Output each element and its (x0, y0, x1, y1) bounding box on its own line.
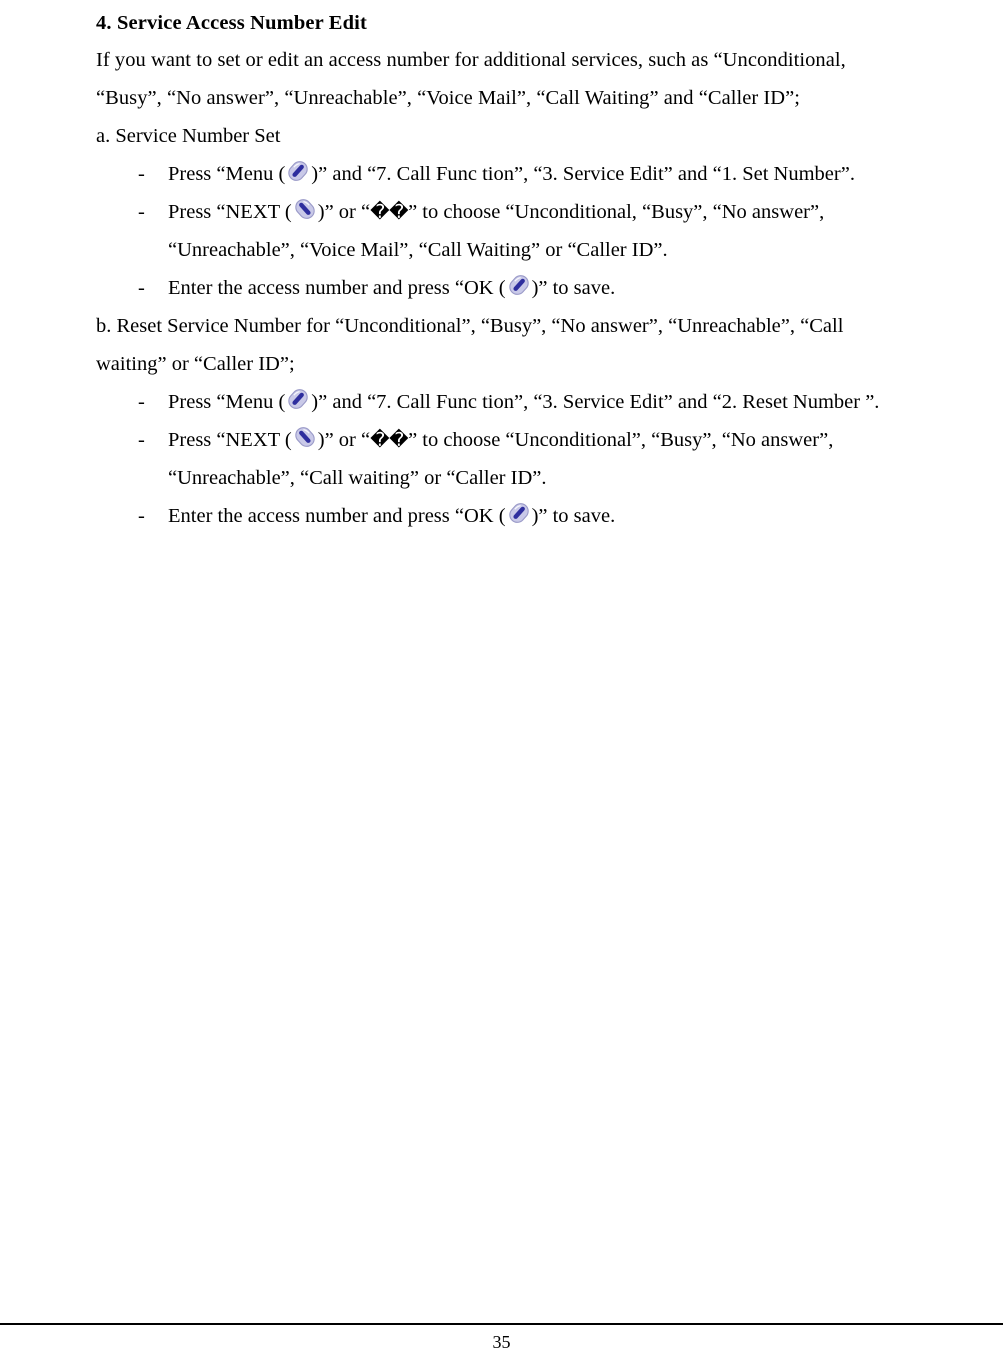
text-after-icon: )” to save. (531, 505, 616, 527)
document-page: 4. Service Access Number Edit If you wan… (0, 0, 1003, 1352)
list-item-continuation: “Unreachable”, “Call waiting” or “Caller… (168, 467, 547, 489)
softkey-right-icon (292, 424, 318, 450)
list-item-continuation: “Unreachable”, “Voice Mail”, “Call Waiti… (168, 239, 668, 261)
missing-glyph-pair: �� (370, 201, 409, 223)
text-after-icon: )” to save. (531, 277, 616, 299)
section-b-list: - Press “Menu ( )” and “7. Call Func tion… (96, 383, 956, 535)
page-content: 4. Service Access Number Edit If you wan… (96, 8, 956, 535)
missing-glyph-pair: �� (370, 429, 409, 451)
text-after-icon: )” or “ (317, 429, 371, 451)
softkey-right-icon (292, 196, 318, 222)
softkey-left-icon (285, 158, 311, 184)
bullet-dash: - (138, 201, 145, 223)
list-item-line: Press “Menu ( )” and “7. Call Func tion”,… (168, 161, 855, 185)
text-before-icon: Press “Menu ( (168, 163, 286, 185)
list-item-line: Enter the access number and press “OK ()… (168, 503, 616, 527)
section-a-subheading: a. Service Number Set (96, 125, 281, 147)
list-item-line: Press “Menu ( )” and “7. Call Func tion”,… (168, 389, 880, 413)
softkey-left-icon (506, 500, 532, 526)
bullet-dash: - (138, 505, 145, 527)
text-before-icon: Enter the access number and press “OK ( (168, 505, 506, 527)
section-a-list: - Press “Menu ( )” and “7. Call Func tion… (96, 155, 956, 307)
list-item-line: Enter the access number and press “OK ()… (168, 275, 616, 299)
text-after-glyphs: ” to choose “Unconditional”, “Busy”, “No… (408, 429, 834, 451)
intro-line-1: If you want to set or edit an access num… (96, 49, 846, 71)
list-item: - Press “Menu ( )” and “7. Call Func tion… (96, 155, 956, 193)
text-after-glyphs: ” to choose “Unconditional, “Busy”, “No … (408, 201, 825, 223)
list-item: - Press “NEXT ( )” or “��” to choose “Unc… (96, 421, 956, 497)
section-b-subheading-line-2: waiting” or “Caller ID”; (96, 353, 295, 375)
text-before-icon: Press “NEXT ( (168, 429, 292, 451)
list-item-line: Press “NEXT ( )” or “��” to choose “Uncon… (168, 199, 825, 223)
text-after-icon: )” or “ (317, 201, 371, 223)
list-item: - Press “NEXT ( )” or “��” to choose “Unc… (96, 193, 956, 269)
text-after-icon: )” and “7. Call Func tion”, “3. Service … (311, 163, 855, 185)
list-item: - Press “Menu ( )” and “7. Call Func tion… (96, 383, 956, 421)
text-after-icon: )” and “7. Call Func tion”, “3. Service … (311, 391, 880, 413)
bullet-dash: - (138, 163, 145, 185)
text-before-icon: Press “NEXT ( (168, 201, 292, 223)
page-title: 4. Service Access Number Edit (96, 12, 367, 34)
softkey-left-icon (506, 272, 532, 298)
text-before-icon: Press “Menu ( (168, 391, 286, 413)
intro-line-2: “Busy”, “No answer”, “Unreachable”, “Voi… (96, 87, 801, 109)
page-number: 35 (492, 1332, 511, 1352)
softkey-left-icon (285, 386, 311, 412)
bullet-dash: - (138, 391, 145, 413)
list-item: - Enter the access number and press “OK … (96, 269, 956, 307)
list-item: - Enter the access number and press “OK … (96, 497, 956, 535)
text-before-icon: Enter the access number and press “OK ( (168, 277, 506, 299)
section-b-subheading-line-1: b. Reset Service Number for “Uncondition… (96, 315, 844, 337)
bullet-dash: - (138, 429, 145, 451)
list-item-line: Press “NEXT ( )” or “��” to choose “Uncon… (168, 427, 834, 451)
footer-divider (0, 1323, 1003, 1325)
bullet-dash: - (138, 277, 145, 299)
